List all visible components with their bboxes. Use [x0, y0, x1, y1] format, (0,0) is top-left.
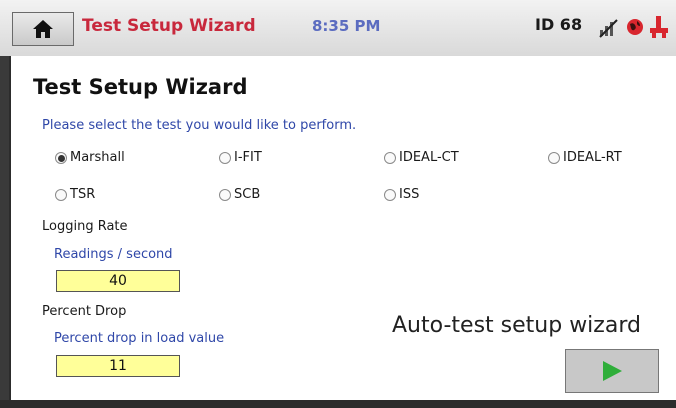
percent-drop-label: Percent Drop	[42, 304, 127, 319]
globe-icon[interactable]	[625, 17, 645, 37]
home-button[interactable]	[12, 12, 74, 46]
readings-per-second-label: Readings / second	[54, 247, 173, 262]
percent-drop-input[interactable]: 11	[56, 355, 180, 377]
radio-label: ISS	[399, 187, 420, 202]
radio-label: TSR	[70, 187, 96, 202]
radio-indicator	[384, 151, 396, 164]
radio-marshall[interactable]: Marshall	[55, 150, 125, 165]
top-status-bar: Test Setup Wizard 8:35 PM ID 68	[0, 0, 676, 56]
connector-icon	[650, 16, 668, 38]
play-icon	[603, 361, 622, 381]
test-selection-prompt: Please select the test you would like to…	[42, 118, 357, 133]
radio-label: IDEAL-CT	[399, 150, 459, 165]
radio-indicator	[219, 188, 231, 201]
logging-rate-label: Logging Rate	[42, 219, 128, 234]
radio-label: IDEAL-RT	[563, 150, 622, 165]
radio-ideal-ct[interactable]: IDEAL-CT	[384, 150, 459, 165]
radio-label: SCB	[234, 187, 261, 202]
no-signal-icon	[599, 19, 618, 38]
bottom-border	[0, 400, 676, 408]
percent-drop-sub-label: Percent drop in load value	[54, 331, 225, 346]
radio-indicator	[548, 151, 560, 164]
radio-iss[interactable]: ISS	[384, 187, 419, 202]
clock: 8:35 PM	[312, 17, 381, 35]
radio-indicator	[384, 188, 396, 201]
home-icon	[33, 20, 53, 38]
device-id: ID 68	[535, 15, 583, 34]
radio-label: I-FIT	[234, 150, 262, 165]
auto-test-wizard-caption: Auto-test setup wizard	[392, 313, 641, 338]
radio-indicator	[55, 188, 67, 201]
start-wizard-button[interactable]	[565, 349, 659, 393]
radio-label: Marshall	[70, 150, 125, 165]
logging-rate-input[interactable]: 40	[56, 270, 180, 292]
radio-scb[interactable]: SCB	[219, 187, 260, 202]
page-title: Test Setup Wizard	[33, 75, 248, 99]
radio-i-fit[interactable]: I-FIT	[219, 150, 262, 165]
radio-tsr[interactable]: TSR	[55, 187, 95, 202]
app-title: Test Setup Wizard	[82, 16, 256, 36]
radio-indicator	[219, 151, 231, 164]
radio-selected-indicator	[55, 151, 67, 164]
radio-ideal-rt[interactable]: IDEAL-RT	[548, 150, 622, 165]
